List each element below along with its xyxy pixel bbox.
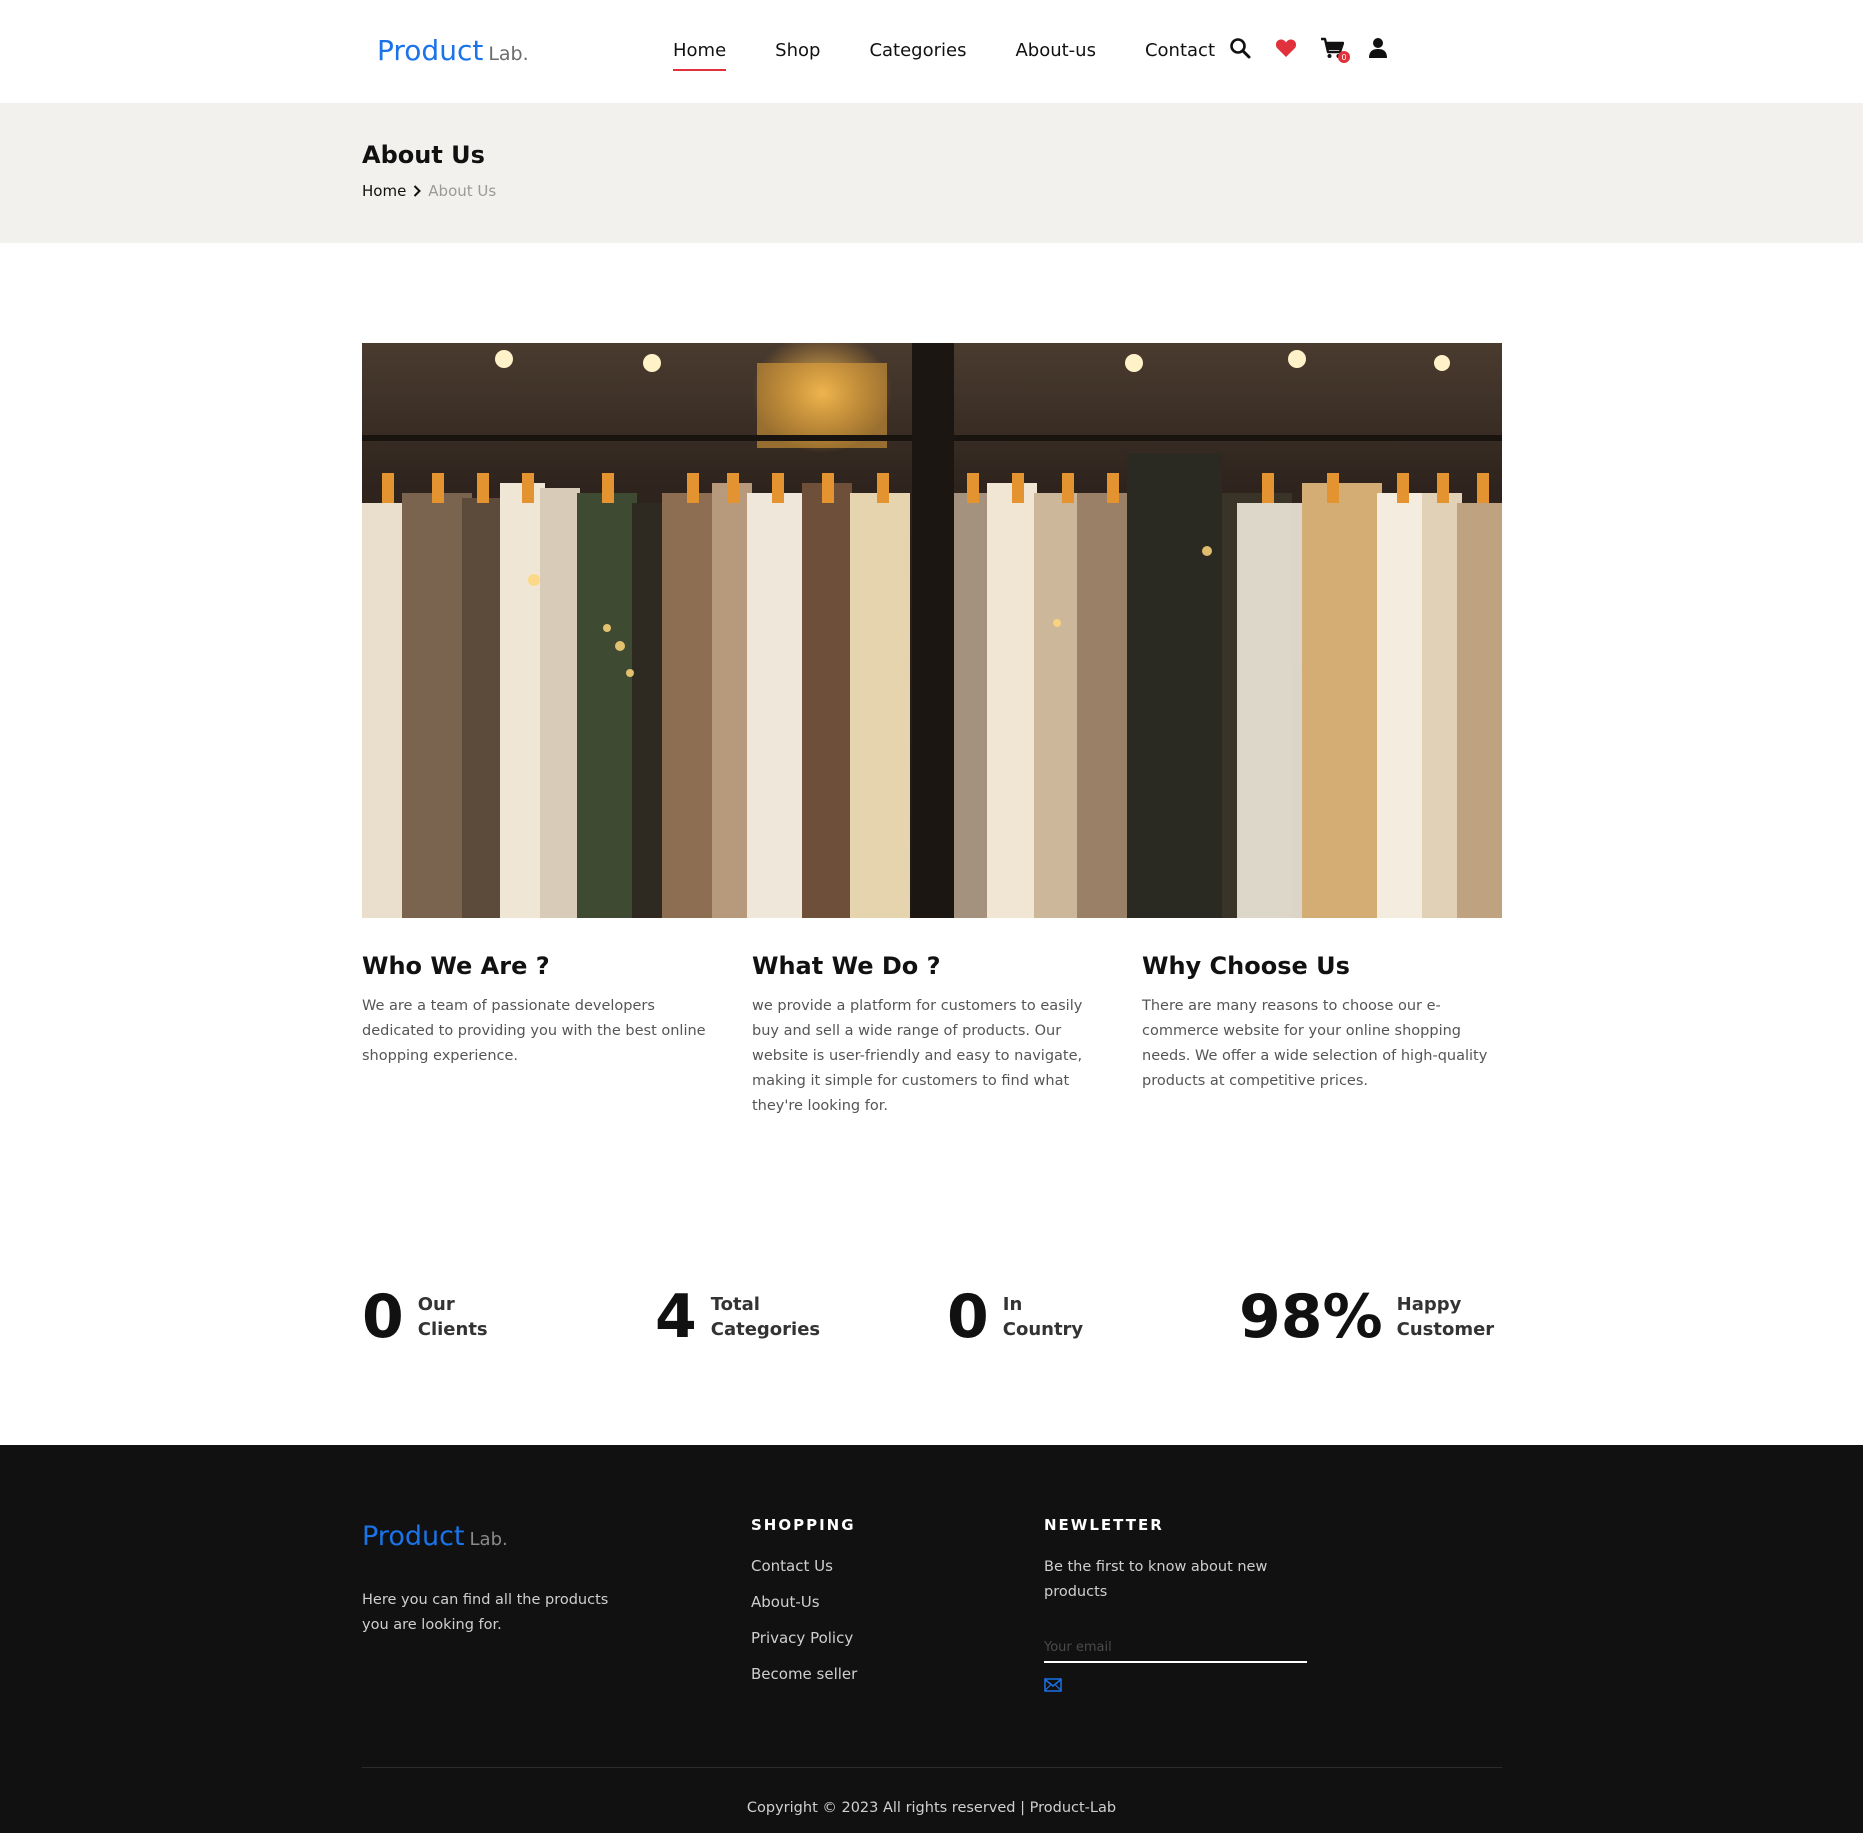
stat-label: Happy Customer	[1397, 1292, 1517, 1342]
info-why-choose-us: Why Choose Us There are many reasons to …	[1142, 952, 1502, 1094]
info-what-we-do: What We Do ? we provide a platform for c…	[752, 952, 1112, 1119]
main-nav: Home Shop Categories About-us Contact	[673, 40, 1264, 71]
info-text: we provide a platform for customers to e…	[752, 998, 1083, 1114]
stat-label-line1: In	[1002, 1294, 1023, 1315]
envelope-icon[interactable]	[1044, 1677, 1062, 1692]
cart-icon[interactable]: 0	[1320, 36, 1350, 63]
footer-link-about-us[interactable]: About-Us	[751, 1593, 857, 1629]
footer-shopping-heading: SHOPPING	[751, 1516, 856, 1534]
info-text: We are a team of passionate developers d…	[362, 998, 706, 1064]
search-icon[interactable]	[1228, 36, 1252, 60]
stat-value: 0	[362, 1282, 404, 1352]
footer-link-become-seller[interactable]: Become seller	[751, 1665, 857, 1701]
nav-about-us[interactable]: About-us	[1015, 40, 1096, 67]
footer-logo[interactable]: Product Lab.	[362, 1521, 508, 1552]
nav-categories[interactable]: Categories	[869, 40, 966, 67]
stat-label: Total Categories	[711, 1292, 831, 1342]
breadcrumb-current: About Us	[428, 182, 497, 200]
site-footer: Product Lab. Here you can find all the p…	[0, 1445, 1863, 1833]
breadcrumb: Home About Us	[362, 182, 496, 200]
newsletter-text: Be the first to know about new products	[1044, 1559, 1268, 1600]
stat-clients: 0 Our Clients	[362, 1283, 538, 1351]
footer-link-contact-us[interactable]: Contact Us	[751, 1557, 857, 1593]
logo-brand: Product	[377, 34, 484, 67]
footer-divider	[362, 1767, 1502, 1768]
stat-value: 0	[947, 1282, 989, 1352]
footer-logo-brand: Product	[362, 1521, 465, 1552]
info-title: Why Choose Us	[1142, 952, 1350, 980]
info-title: Who We Are ?	[362, 952, 550, 980]
footer-links: Contact Us About-Us Privacy Policy Becom…	[751, 1557, 857, 1701]
page-title-band: About Us Home About Us	[0, 103, 1863, 243]
stat-happy-customer: 98% Happy Customer	[1239, 1283, 1517, 1351]
stat-categories: 4 Total Categories	[655, 1283, 831, 1351]
stat-label-line2: Categories	[710, 1319, 821, 1340]
page-title: About Us	[362, 141, 485, 169]
heart-icon[interactable]	[1274, 36, 1298, 60]
nav-contact[interactable]: Contact	[1145, 40, 1215, 67]
newsletter-email-input[interactable]	[1044, 1633, 1307, 1663]
footer-link-privacy-policy[interactable]: Privacy Policy	[751, 1629, 857, 1665]
logo-sub: Lab.	[488, 43, 529, 65]
stat-label-line2: Clients	[417, 1319, 488, 1340]
stat-label-line2: Customer	[1396, 1319, 1495, 1340]
logo[interactable]: Product Lab.	[377, 34, 529, 67]
stat-label: In Country	[1003, 1292, 1123, 1342]
chevron-right-icon	[413, 185, 422, 197]
footer-logo-sub: Lab.	[469, 1529, 508, 1550]
footer-description: Here you can find all the products you a…	[362, 1592, 609, 1633]
nav-shop[interactable]: Shop	[775, 40, 820, 67]
nav-home[interactable]: Home	[673, 40, 727, 71]
stat-label-line2: Country	[1002, 1319, 1084, 1340]
footer-newsletter-heading: NEWLETTER	[1044, 1516, 1164, 1534]
stat-label-line1: Happy	[1396, 1294, 1462, 1315]
info-text: There are many reasons to choose our e-c…	[1142, 998, 1488, 1089]
stat-country: 0 In Country	[947, 1283, 1123, 1351]
stat-label-line1: Total	[710, 1294, 760, 1315]
copyright: Copyright © 2023 All rights reserved | P…	[746, 1800, 1117, 1816]
cart-count-badge: 0	[1338, 51, 1350, 63]
hero-image	[362, 343, 1502, 918]
info-who-we-are: Who We Are ? We are a team of passionate…	[362, 952, 722, 1069]
stat-label: Our Clients	[418, 1292, 538, 1342]
user-icon[interactable]	[1366, 36, 1390, 60]
breadcrumb-home[interactable]: Home	[362, 182, 406, 200]
stat-value: 4	[655, 1282, 697, 1352]
stat-label-line1: Our	[417, 1294, 455, 1315]
stat-value: 98%	[1239, 1282, 1383, 1352]
site-header: Product Lab. Home Shop Categories About-…	[0, 0, 1863, 103]
info-title: What We Do ?	[752, 952, 941, 980]
header-icons: 0	[1228, 36, 1412, 63]
